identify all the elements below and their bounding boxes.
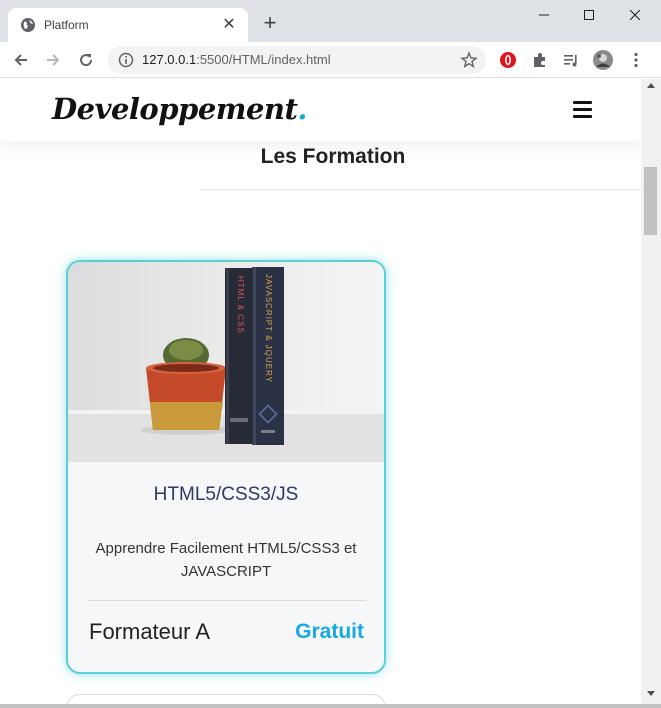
hamburger-menu-icon[interactable]	[573, 101, 592, 118]
url-text: 127.0.0.1:5500/HTML/index.html	[142, 52, 331, 68]
page-viewport: Developpement. Les Formation HTML & CSS …	[0, 79, 641, 704]
profile-avatar-icon[interactable]	[593, 50, 613, 70]
course-description: Apprendre Facilement HTML5/CSS3 et JAVAS…	[95, 540, 357, 580]
book2-spine-text: JAVASCRIPT & JQUERY	[264, 274, 273, 383]
url-path: :5500/HTML/index.html	[196, 52, 331, 67]
course-card[interactable]: HTML & CSS JAVASCRIPT & JQUERY HTML5/CSS…	[66, 260, 386, 674]
course-title: HTML5/CSS3/JS	[153, 484, 299, 505]
back-arrow-icon[interactable]	[9, 48, 33, 72]
url-host: 127.0.0.1	[142, 52, 197, 67]
horizontal-scrollbar[interactable]	[0, 704, 661, 708]
next-course-card[interactable]	[66, 694, 386, 704]
site-logo[interactable]: Developpement.	[52, 92, 307, 126]
scroll-up-arrow-icon[interactable]	[647, 83, 655, 88]
minimize-icon[interactable]	[521, 2, 567, 28]
browser-tab-strip: Platform ✕ +	[0, 0, 661, 42]
site-header: Developpement.	[0, 79, 641, 141]
forward-arrow-icon[interactable]	[41, 48, 65, 72]
browser-tab[interactable]: Platform ✕	[8, 8, 248, 42]
course-author: Formateur A	[89, 619, 211, 644]
tab-title: Platform	[44, 18, 89, 32]
opera-extension-icon[interactable]	[498, 50, 518, 70]
puzzle-extensions-icon[interactable]	[530, 50, 550, 70]
course-price: Gratuit	[295, 620, 364, 643]
brand-dot: .	[297, 92, 307, 126]
star-icon[interactable]	[460, 51, 478, 69]
brand-text: Developpement	[52, 92, 298, 126]
kebab-menu-icon[interactable]	[626, 50, 646, 70]
scroll-down-arrow-icon[interactable]	[647, 691, 655, 696]
close-tab-icon[interactable]: ✕	[220, 16, 238, 34]
section-title: Les Formation	[260, 145, 406, 168]
book1-spine-text: HTML & CSS	[236, 276, 245, 334]
reload-icon[interactable]	[74, 48, 98, 72]
close-window-icon[interactable]	[612, 2, 658, 28]
scrollbar-thumb[interactable]	[644, 167, 657, 235]
title-divider	[200, 189, 641, 190]
info-icon[interactable]	[118, 52, 134, 68]
card-divider	[88, 600, 366, 601]
globe-icon	[21, 18, 35, 32]
new-tab-icon[interactable]: +	[259, 12, 281, 34]
media-queue-icon[interactable]	[561, 50, 581, 70]
address-bar[interactable]: 127.0.0.1:5500/HTML/index.html	[108, 46, 486, 74]
course-image: HTML & CSS JAVASCRIPT & JQUERY	[68, 262, 384, 462]
maximize-icon[interactable]	[566, 2, 612, 28]
vertical-scrollbar[interactable]	[641, 79, 661, 704]
browser-toolbar: 127.0.0.1:5500/HTML/index.html	[0, 42, 661, 78]
